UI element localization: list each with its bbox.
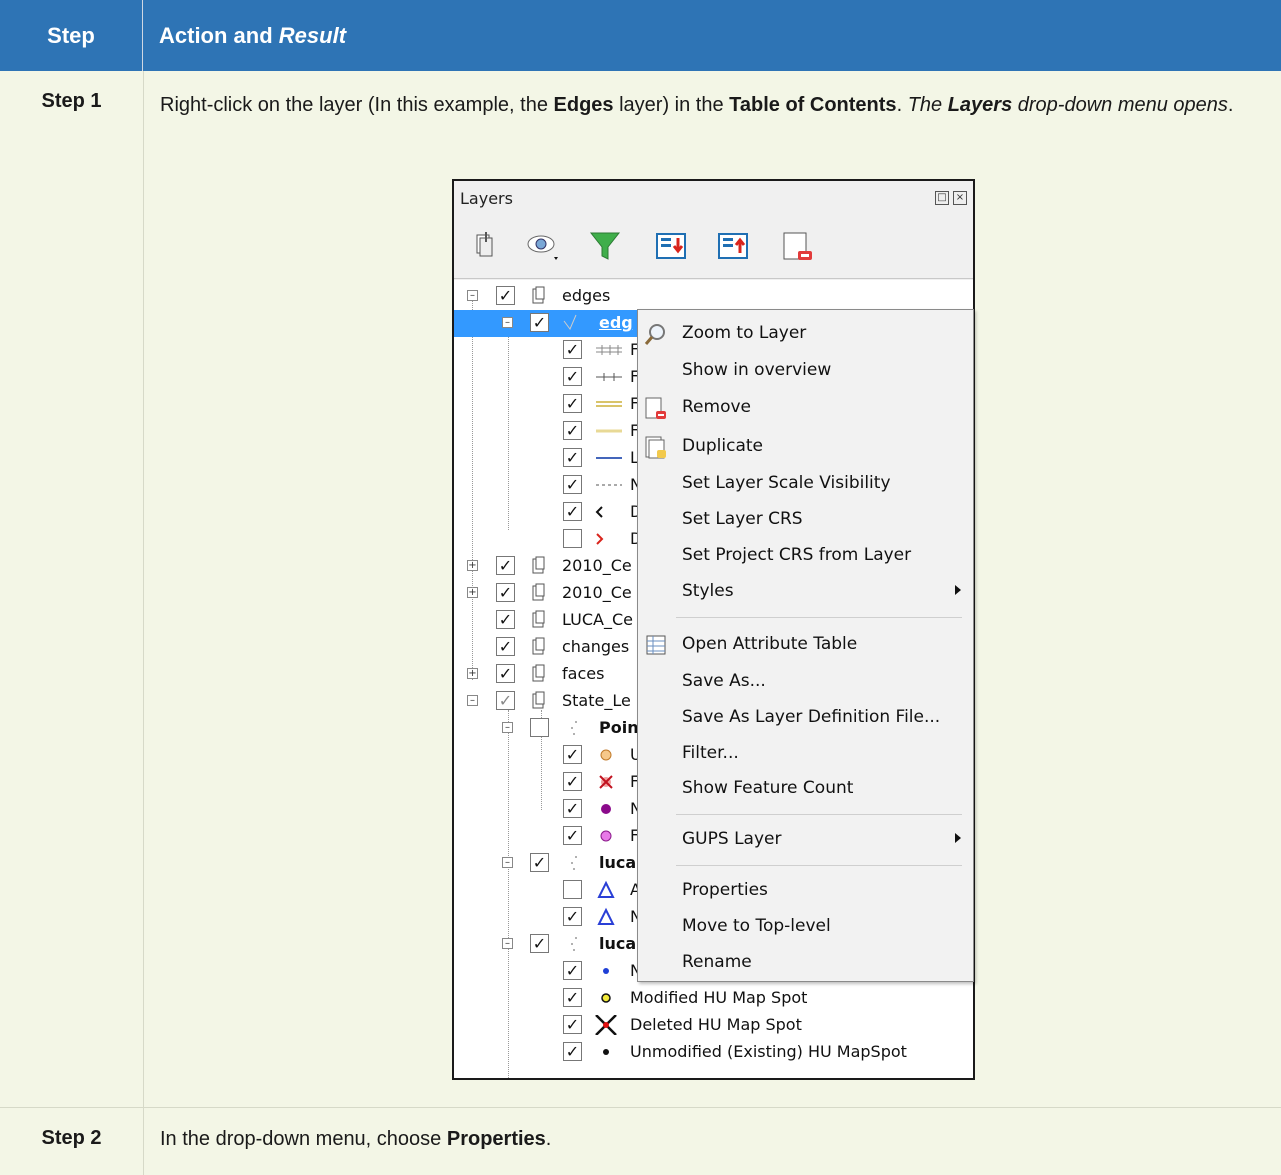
tree-label: faces <box>562 664 605 683</box>
menu-item-label: Remove <box>682 397 751 417</box>
duplicate-icon <box>645 436 666 459</box>
menu-item-label: Duplicate <box>682 436 763 456</box>
menu-item-label: Rename <box>682 952 752 972</box>
submenu-arrow-icon <box>955 833 961 843</box>
header-result-label: Result <box>278 22 347 48</box>
submenu-arrow-icon <box>955 585 961 595</box>
menu-item-move-to-top-level[interactable]: Move to Top-level <box>638 910 973 944</box>
expand-all-icon[interactable] <box>654 229 688 263</box>
tree-label: luca <box>599 934 637 953</box>
layers-panel-title: Layers <box>460 189 513 208</box>
menu-item-gups-layer[interactable]: GUPS Layer <box>638 823 973 857</box>
menu-item-label: Styles <box>682 581 734 601</box>
menu-item-label: Save As... <box>682 671 766 691</box>
eye-icon[interactable] <box>526 229 560 263</box>
step1-edges: Edges <box>553 94 614 116</box>
tree-label: Deleted HU Map Spot <box>630 1015 802 1034</box>
header-step-label: Step <box>47 22 95 48</box>
step2-text-a: In the drop-down menu, choose <box>160 1128 447 1150</box>
float-icon[interactable]: □ <box>935 191 949 205</box>
header-action-label: Action and <box>159 22 279 48</box>
menu-item-label: Set Layer CRS <box>682 509 803 529</box>
step1-result-b: drop-down menu opens <box>1012 94 1228 116</box>
layer-context-menu: Zoom to Layer Show in overview Remove Du… <box>637 309 974 982</box>
tree-label: edg <box>599 313 633 332</box>
table-icon <box>646 635 666 655</box>
step2-text: In the drop-down menu, choose Properties… <box>160 1124 1240 1154</box>
header-step: Step <box>0 0 143 71</box>
header-action: Action and Result <box>143 0 1281 71</box>
tree-item[interactable]: – ✓ edges <box>454 283 973 310</box>
menu-item-open-attribute-table[interactable]: Open Attribute Table <box>638 628 973 662</box>
menu-item-save-as[interactable]: Save As... <box>638 665 973 699</box>
menu-item-label: Show Feature Count <box>682 778 854 798</box>
menu-separator <box>676 865 962 866</box>
remove-layer-icon[interactable] <box>780 229 814 263</box>
remove-icon <box>645 397 666 419</box>
menu-item-save-as-layer-definition[interactable]: Save As Layer Definition File... <box>638 701 973 735</box>
step1-toc: Table of Contents <box>729 94 897 116</box>
tree-label: luca <box>599 853 637 872</box>
close-icon[interactable]: × <box>953 191 967 205</box>
tree-item[interactable]: ✓ Modified HU Map Spot <box>454 985 973 1012</box>
column-divider <box>143 71 144 1175</box>
menu-item-remove[interactable]: Remove <box>638 391 973 425</box>
step2-properties: Properties <box>446 1128 546 1150</box>
menu-item-label: Move to Top-level <box>682 916 831 936</box>
tree-label: changes <box>562 637 630 656</box>
menu-item-set-layer-scale-visibility[interactable]: Set Layer Scale Visibility <box>638 467 973 501</box>
step1-result-layers: Layers <box>947 94 1013 116</box>
step1-text-b: layer) in the <box>613 94 730 116</box>
tree-item[interactable]: ✓ Deleted HU Map Spot <box>454 1012 973 1039</box>
tree-label: Modified HU Map Spot <box>630 988 808 1007</box>
menu-item-set-layer-crs[interactable]: Set Layer CRS <box>638 503 973 537</box>
menu-item-duplicate[interactable]: Duplicate <box>638 430 973 464</box>
menu-item-styles[interactable]: Styles <box>638 575 973 609</box>
menu-item-label: Save As Layer Definition File... <box>682 707 941 727</box>
zoom-icon <box>644 324 665 345</box>
menu-item-label: GUPS Layer <box>682 829 782 849</box>
step1-text-d: . <box>1227 94 1234 116</box>
menu-item-label: Zoom to Layer <box>682 323 807 343</box>
menu-item-rename[interactable]: Rename <box>638 946 973 980</box>
step1-label: Step 1 <box>41 90 102 112</box>
step1-text: Right-click on the layer (In this exampl… <box>160 90 1240 120</box>
tree-label: State_Le <box>562 691 631 710</box>
tree-label: LUCA_Ce <box>562 610 633 629</box>
menu-item-show-in-overview[interactable]: Show in overview <box>638 354 973 388</box>
menu-item-label: Filter... <box>682 743 739 763</box>
menu-item-set-project-crs[interactable]: Set Project CRS from Layer <box>638 539 973 573</box>
menu-item-label: Set Layer Scale Visibility <box>682 473 891 493</box>
step2-text-b: . <box>545 1128 552 1150</box>
tree-label: 2010_Ce <box>562 583 632 602</box>
tree-label: Poin <box>599 718 639 737</box>
step2-label: Step 2 <box>41 1127 102 1149</box>
menu-item-label: Properties <box>682 880 768 900</box>
menu-separator <box>676 814 962 815</box>
tree-label: 2010_Ce <box>562 556 632 575</box>
step1-text-a: Right-click on the layer (In this exampl… <box>160 94 554 116</box>
tree-label: edges <box>562 286 611 305</box>
filter-icon[interactable] <box>588 229 622 263</box>
step1-result-a: The <box>907 94 948 116</box>
collapse-all-icon[interactable] <box>716 229 750 263</box>
menu-item-label: Open Attribute Table <box>682 634 858 654</box>
menu-item-filter[interactable]: Filter... <box>638 737 973 771</box>
menu-item-properties[interactable]: Properties <box>638 874 973 908</box>
menu-item-zoom-to-layer[interactable]: Zoom to Layer <box>638 317 973 351</box>
add-group-icon[interactable] <box>468 229 502 263</box>
menu-item-show-feature-count[interactable]: Show Feature Count <box>638 772 973 806</box>
menu-separator <box>676 617 962 618</box>
menu-item-label: Show in overview <box>682 360 832 380</box>
menu-item-label: Set Project CRS from Layer <box>682 545 912 565</box>
tree-item[interactable]: ✓ Unmodified (Existing) HU MapSpot <box>454 1039 973 1066</box>
layers-toolbar <box>454 219 973 279</box>
step1-text-c: . <box>896 94 908 116</box>
tree-label: Unmodified (Existing) HU MapSpot <box>630 1042 907 1061</box>
